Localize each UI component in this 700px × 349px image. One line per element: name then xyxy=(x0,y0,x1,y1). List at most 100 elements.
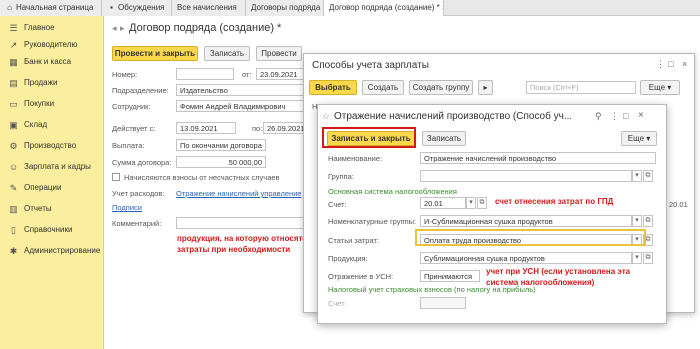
dept-field[interactable]: Издательство xyxy=(176,84,304,96)
create-button[interactable]: Создать xyxy=(362,80,404,95)
sidebar-item-sales[interactable]: ▤ Продажи xyxy=(0,75,104,91)
dropdown-icon[interactable]: ▾ xyxy=(466,197,476,209)
nomenclature-field[interactable]: И-Сублимационная сушка продуктов xyxy=(420,215,632,227)
date-field[interactable]: 23.09.2021 xyxy=(256,68,304,80)
insurance-account-label: Счет: xyxy=(328,299,347,308)
open-icon[interactable]: ⧉ xyxy=(477,197,487,209)
sum-field[interactable]: 50 000,00 xyxy=(176,156,266,168)
search-input[interactable]: Поиск (Ctrl+F) xyxy=(526,81,636,94)
more-button[interactable]: Еще ▾ xyxy=(621,131,657,146)
highlight-save-close xyxy=(322,127,416,148)
warehouse-icon: ▣ xyxy=(9,120,18,130)
sidebar-item-salary[interactable]: ☺ Зарплата и кадры xyxy=(0,159,104,175)
save-button[interactable]: Записать xyxy=(204,46,250,61)
close-icon[interactable]: × xyxy=(638,110,644,121)
maximize-icon[interactable]: □ xyxy=(668,59,673,69)
valid-from-label: Действует с: xyxy=(112,124,156,133)
more-button[interactable]: Еще ▾ xyxy=(640,80,680,95)
to-label: по: xyxy=(252,124,263,133)
sidebar-item-warehouse[interactable]: ▣ Склад xyxy=(0,117,104,133)
annotation-account: счет отнесения затрат по ГПД xyxy=(495,197,614,206)
open-icon[interactable]: ⧉ xyxy=(643,252,653,264)
product-field[interactable]: Сублимационная сушка продуктов xyxy=(420,252,632,264)
page-title: Договор подряда (создание) * xyxy=(129,22,282,34)
signatures-link[interactable]: Подписи xyxy=(112,203,142,212)
sidebar-item-reports[interactable]: ▥ Отчеты xyxy=(0,201,104,217)
tab-all-accruals[interactable]: Все начисления xyxy=(172,0,246,16)
dropdown-icon[interactable]: ▾ xyxy=(632,215,642,227)
insurance-account-field[interactable] xyxy=(420,297,466,309)
sidebar-item-director[interactable]: ↗ Руководителю xyxy=(0,37,104,53)
name-label: Наименование: xyxy=(328,154,383,163)
list-row-account[interactable]: 20.01 xyxy=(669,200,688,209)
people-icon: ☺ xyxy=(8,162,19,172)
bank-icon: ▦ xyxy=(9,57,18,67)
post-button[interactable]: Провести xyxy=(256,46,302,61)
menu-icon: ☰ xyxy=(9,23,18,33)
chart-icon: ↗ xyxy=(9,40,18,50)
sidebar-item-operations[interactable]: ✎ Операции xyxy=(0,180,104,196)
sidebar-item-main[interactable]: ☰ Главное xyxy=(0,20,104,36)
cost-label: Статьи затрат: xyxy=(328,236,379,245)
tab-bar: ⌂ Начальная страница ▪ Обсуждения Все начи… xyxy=(0,0,700,16)
operations-icon: ✎ xyxy=(9,183,18,193)
comment-field[interactable] xyxy=(176,217,304,229)
group-label: Группа: xyxy=(328,172,354,181)
star-icon[interactable]: ☆ xyxy=(322,111,330,122)
select-button[interactable]: Выбрать xyxy=(309,80,357,95)
sidebar-item-bank[interactable]: ▦ Банк и касса xyxy=(0,54,104,70)
more-menu-icon[interactable]: ⋮ xyxy=(610,111,619,122)
close-icon[interactable]: × xyxy=(682,59,687,69)
accident-checkbox[interactable] xyxy=(112,173,120,181)
sidebar-item-catalogs[interactable]: ▯ Справочники xyxy=(0,222,104,238)
create-group-button[interactable]: Создать группу xyxy=(409,80,473,95)
close-icon[interactable]: × xyxy=(440,3,443,12)
gear-icon: ✱ xyxy=(9,246,18,256)
book-icon: ▯ xyxy=(11,225,16,235)
sidebar-item-purchases[interactable]: ▭ Покупки xyxy=(0,96,104,112)
highlight-cost-item xyxy=(415,229,646,246)
tab-home[interactable]: ⌂ Начальная страница xyxy=(0,0,102,16)
folder-icon[interactable]: ▸ xyxy=(478,80,493,95)
post-and-close-button[interactable]: Провести и закрыть xyxy=(112,46,198,61)
expense-link[interactable]: Отражение начислений управление xyxy=(176,189,302,198)
annotation-usn: учет при УСН (если установлена эта систе… xyxy=(486,267,631,287)
sales-icon: ▤ xyxy=(9,78,18,88)
group-field[interactable] xyxy=(420,170,632,182)
open-icon[interactable]: ⧉ xyxy=(643,170,653,182)
more-menu-icon[interactable]: ⋮ xyxy=(656,59,665,70)
sum-label: Сумма договора: xyxy=(112,158,172,167)
dropdown-icon[interactable]: ▾ xyxy=(632,170,642,182)
product-label: Продукция: xyxy=(328,254,368,263)
valid-from-field[interactable]: 13.09.2021 xyxy=(176,122,236,134)
link-icon[interactable]: ⚲ xyxy=(595,111,602,122)
sidebar-item-admin[interactable]: ✱ Администрирование xyxy=(0,243,104,259)
dropdown-icon[interactable]: ▾ xyxy=(632,252,642,264)
from-label: от: xyxy=(242,70,252,79)
payment-select[interactable]: По окончании договора xyxy=(176,139,266,151)
forward-arrow-icon[interactable]: ▸ xyxy=(120,24,129,33)
expense-label: Учет расходов: xyxy=(112,189,165,198)
tab-discussions[interactable]: ▪ Обсуждения xyxy=(102,0,172,16)
usn-select[interactable]: Принимаются xyxy=(420,270,480,282)
annotation-product: продукция, на которую относятся затраты … xyxy=(177,234,312,254)
maximize-icon[interactable]: □ xyxy=(623,111,628,121)
window-title: Способы учета зарплаты xyxy=(312,60,429,71)
dept-label: Подразделение: xyxy=(112,86,169,95)
name-field[interactable]: Отражение начислений производство xyxy=(420,152,656,164)
account-label: Счет: xyxy=(328,200,347,209)
nomenclature-label: Номенклатурные группы: xyxy=(328,217,417,226)
accident-label: Начисляются взносы от несчастных случаев xyxy=(124,173,280,182)
factory-icon: ⚙ xyxy=(9,141,18,151)
save-button[interactable]: Записать xyxy=(422,131,466,146)
open-icon[interactable]: ⧉ xyxy=(643,215,653,227)
number-field[interactable] xyxy=(176,68,234,80)
valid-to-field[interactable]: 26.09.2021 xyxy=(263,122,304,134)
account-field[interactable]: 20.01 xyxy=(420,197,466,209)
employee-field[interactable]: Фомин Андрей Владимирович xyxy=(176,100,304,112)
employee-label: Сотрудник: xyxy=(112,102,151,111)
tab-contracts[interactable]: Договоры подряда × xyxy=(246,0,324,16)
payment-label: Выплата: xyxy=(112,141,145,150)
tab-contract-create[interactable]: Договор подряда (создание) * × xyxy=(324,0,444,16)
sidebar-item-production[interactable]: ⚙ Производство xyxy=(0,138,104,154)
